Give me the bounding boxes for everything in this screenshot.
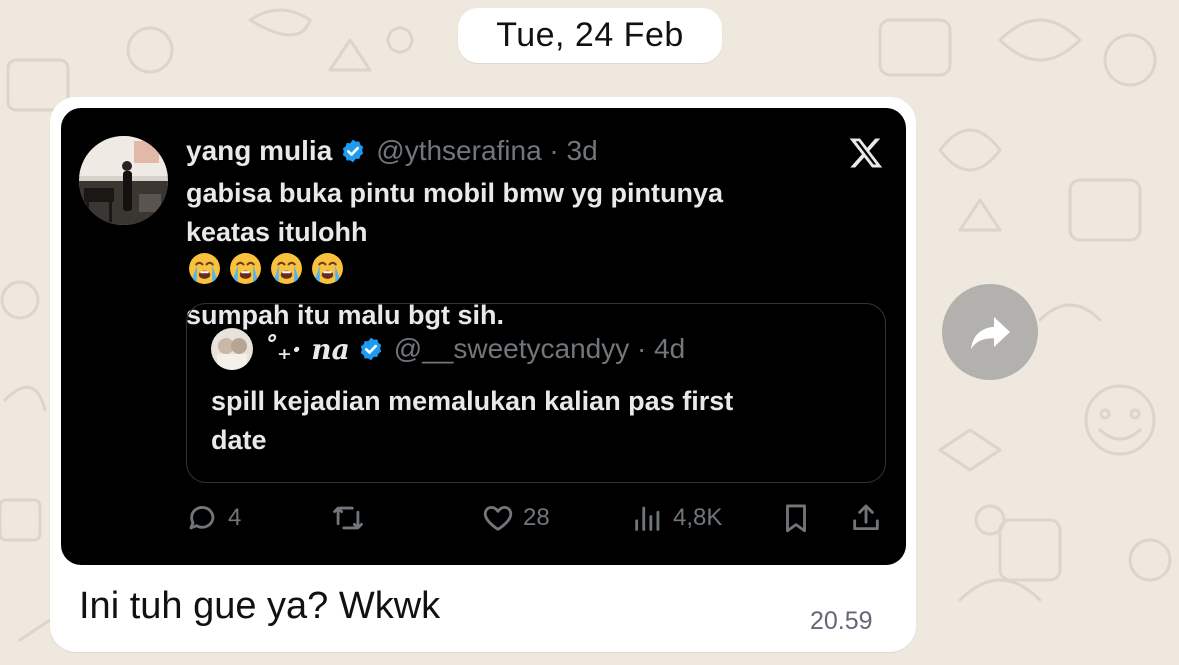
loudly-crying-emoji-icon	[312, 253, 343, 284]
tweet-header: yang mulia @ythserafina · 3d	[186, 134, 598, 168]
loudly-crying-emoji-icon	[230, 253, 261, 284]
tweet-line-1: gabisa buka pintu mobil bmw yg pintunya	[186, 178, 724, 208]
like-count: 28	[523, 504, 550, 531]
reply-count: 4	[228, 504, 242, 531]
x-logo-icon[interactable]	[848, 135, 884, 171]
retweet-icon	[333, 506, 363, 530]
reply-button[interactable]: 4	[186, 498, 241, 538]
share-button[interactable]	[849, 498, 883, 538]
bookmark-button[interactable]	[779, 498, 813, 538]
retweet-button[interactable]	[331, 498, 365, 538]
verified-badge-icon	[360, 337, 381, 361]
quoted-line-2: date	[211, 425, 267, 455]
date-separator: Tue, 24 Feb	[458, 8, 722, 63]
like-button[interactable]: 28	[481, 498, 550, 538]
reply-icon	[189, 506, 215, 530]
tweet-preview-card[interactable]: yang mulia @ythserafina · 3d gabisa buka…	[61, 108, 906, 565]
verified-badge-icon	[343, 139, 364, 163]
message-text: Ini tuh gue ya? Wkwk	[79, 585, 441, 627]
quoted-author-handle-time: @__sweetycandyy · 4d	[393, 333, 686, 364]
views-button[interactable]: 4,8K	[631, 498, 722, 538]
crying-emoji-row	[188, 252, 826, 296]
author-handle-time: @ythserafina · 3d	[376, 135, 598, 166]
quoted-tweet-body: spill kejadian memalukan kalian pas firs…	[211, 382, 851, 460]
bookmark-icon	[786, 504, 806, 533]
share-icon	[853, 504, 879, 531]
forward-icon	[971, 317, 1010, 349]
tweet-line-2: keatas itulohh	[186, 217, 368, 247]
quoted-line-1: spill kejadian memalukan kalian pas firs…	[211, 386, 734, 416]
loudly-crying-emoji-icon	[189, 253, 220, 284]
views-icon	[635, 506, 660, 531]
quoted-author-avatar	[211, 328, 253, 370]
date-separator-label: Tue, 24 Feb	[496, 16, 684, 54]
message-timestamp: 20.59	[810, 607, 873, 635]
like-icon	[483, 505, 513, 531]
tweet-action-bar: 4 28 4,8K	[61, 498, 906, 538]
quoted-tweet-header: ˚₊· na @__sweetycandyy · 4d	[211, 328, 685, 370]
author-avatar	[79, 136, 168, 225]
forward-button[interactable]	[942, 284, 1038, 380]
quoted-author-name[interactable]: ˚₊· na	[263, 333, 350, 366]
loudly-crying-emoji-icon	[271, 253, 302, 284]
quoted-tweet[interactable]: ˚₊· na @__sweetycandyy · 4d spill kejadi…	[186, 303, 886, 483]
tweet-line-2-wrap: keatas itulohh	[186, 213, 826, 296]
author-name[interactable]: yang mulia	[186, 135, 332, 167]
views-count: 4,8K	[673, 504, 723, 531]
